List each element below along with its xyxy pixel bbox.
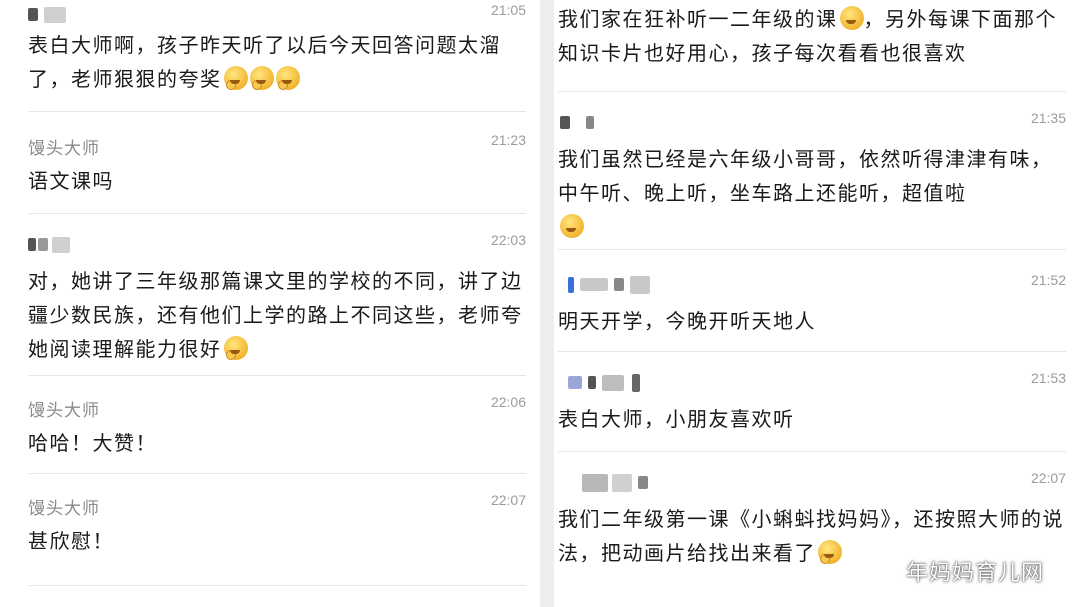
comment-item[interactable]: 21:52 明天开学，今晚开听天地人 xyxy=(554,264,1080,352)
comment-item[interactable]: 22:03 对，她讲了三年级那篇课文里的学校的不同，讲了边疆少数民族，还有他们上… xyxy=(0,224,540,376)
comment-text: 哈哈！大赞！ xyxy=(28,431,157,455)
blurred-username xyxy=(568,274,678,294)
comment-time: 22:07 xyxy=(490,492,526,508)
thinking-emoji-icon xyxy=(249,66,274,90)
comment-time: 21:23 xyxy=(490,132,526,148)
comment-time: 21:52 xyxy=(1030,272,1066,288)
blurred-username xyxy=(560,112,620,129)
comment-text: 表白大师，小朋友喜欢听 xyxy=(558,407,795,431)
comment-author: 馒头大师 xyxy=(28,499,100,519)
comment-text: 表白大师啊，孩子昨天听了以后今天回答问题太溜了，老师狠狠的夸奖 xyxy=(28,33,501,91)
divider xyxy=(558,91,1066,92)
comment-time: 21:35 xyxy=(1030,110,1066,126)
divider xyxy=(28,375,526,376)
comment-item[interactable]: 21:53 表白大师，小朋友喜欢听 xyxy=(554,362,1080,452)
blurred-username xyxy=(28,234,88,253)
comment-item[interactable]: 我们家在狂补听一二年级的课 ，另外每课下面那个知识卡片也好用心，孩子每次看看也很喜… xyxy=(554,0,1080,92)
comment-item[interactable]: 馒头大师 22:06 哈哈！大赞！ xyxy=(0,386,540,474)
comment-text: 明天开学，今晚开听天地人 xyxy=(558,309,816,333)
comment-time: 21:05 xyxy=(490,2,526,18)
divider xyxy=(558,451,1066,452)
right-comment-panel: 我们家在狂补听一二年级的课 ，另外每课下面那个知识卡片也好用心，孩子每次看看也很喜… xyxy=(540,0,1080,607)
divider xyxy=(28,473,526,474)
comment-author: 馒头大师 xyxy=(28,139,100,159)
comment-text: 语文课吗 xyxy=(28,169,114,193)
blurred-username xyxy=(28,4,88,23)
left-comment-panel: 21:05 表白大师啊，孩子昨天听了以后今天回答问题太溜了，老师狠狠的夸奖 馒头… xyxy=(0,0,540,607)
thinking-emoji-icon xyxy=(275,66,300,90)
thinking-emoji-icon xyxy=(223,66,248,90)
divider xyxy=(28,585,526,586)
comment-text: 甚欣慰！ xyxy=(28,529,114,553)
comment-text: 我们家在狂补听一二年级的课 ，另外每课下面那个知识卡片也好用心，孩子每次看看也很喜… xyxy=(558,6,1057,65)
blurred-username xyxy=(582,472,672,492)
wechat-icon xyxy=(874,562,902,584)
comment-text: 我们虽然已经是六年级小哥哥，依然听得津津有味，中午听、晚上听，坐车路上还能听，超… xyxy=(558,142,1064,244)
divider xyxy=(28,213,526,214)
blurred-username xyxy=(568,372,678,392)
thinking-emoji-icon xyxy=(223,336,248,360)
watermark-text: 年妈妈育儿网 xyxy=(905,561,1044,586)
comment-time: 22:03 xyxy=(490,232,526,248)
thinking-emoji-icon xyxy=(818,540,842,564)
comment-author: 馒头大师 xyxy=(28,401,100,421)
watermark: 年妈妈育儿网 xyxy=(874,555,1044,587)
comment-text: 对，她讲了三年级那篇课文里的学校的不同，讲了边疆少数民族，还有他们上学的路上不同… xyxy=(28,269,523,361)
comment-time: 21:53 xyxy=(1030,370,1066,386)
comment-time: 22:06 xyxy=(490,394,526,410)
divider xyxy=(28,111,526,112)
divider xyxy=(558,351,1066,352)
comment-item[interactable]: 馒头大师 22:07 甚欣慰！ xyxy=(0,484,540,586)
comment-item[interactable]: 馒头大师 21:23 语文课吗 xyxy=(0,124,540,214)
laughing-emoji-icon xyxy=(839,6,864,30)
divider xyxy=(558,249,1066,250)
666-emoji-icon xyxy=(560,214,584,238)
comment-time: 22:07 xyxy=(1030,470,1066,486)
comment-item[interactable]: 21:05 表白大师啊，孩子昨天听了以后今天回答问题太溜了，老师狠狠的夸奖 xyxy=(0,0,540,112)
comment-item[interactable]: 21:35 我们虽然已经是六年级小哥哥，依然听得津津有味，中午听、晚上听，坐车路… xyxy=(554,102,1080,250)
